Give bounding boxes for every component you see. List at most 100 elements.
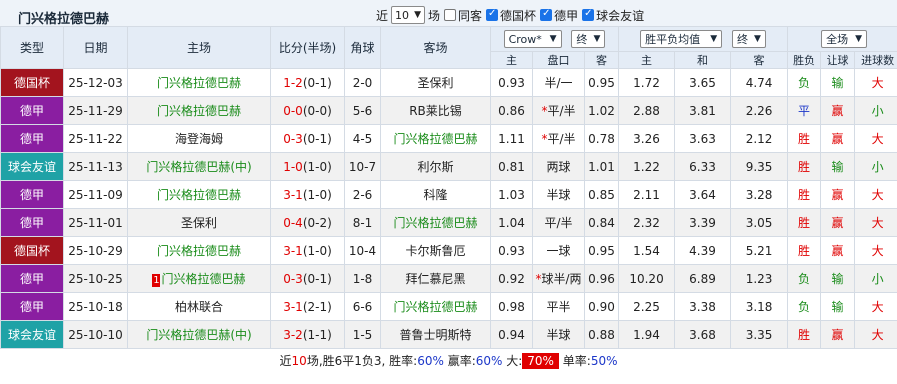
full-time-score: 3-1	[283, 243, 303, 258]
home-water-odds: 1.03	[490, 180, 533, 209]
handicap-line-label: 两球	[546, 160, 571, 174]
league-badge[interactable]: 德甲	[0, 264, 64, 293]
handicap-result: 赢	[820, 124, 856, 153]
home-team[interactable]: 门兴格拉德巴赫(中)	[127, 152, 271, 181]
score-cell[interactable]: 0-3(0-1)	[270, 264, 345, 293]
league-badge[interactable]: 德甲	[0, 124, 64, 153]
corner-count: 8-1	[344, 208, 381, 237]
score-cell[interactable]: 3-1(2-1)	[270, 292, 345, 321]
score-cell[interactable]: 3-1(1-0)	[270, 236, 345, 265]
league-badge[interactable]: 德甲	[0, 208, 64, 237]
half-time-score: (0-1)	[302, 131, 332, 146]
friendly-checkbox[interactable]	[582, 8, 595, 21]
league-badge[interactable]: 德国杯	[0, 68, 64, 97]
home-team[interactable]: 门兴格拉德巴赫	[127, 236, 271, 265]
odds-type-select[interactable]: 胜平负均值 ▼	[640, 30, 723, 48]
handicap-mode-select[interactable]: 终 ▼	[571, 29, 606, 48]
corner-count: 2-6	[344, 180, 381, 209]
match-date: 25-11-09	[63, 180, 128, 209]
league-badge[interactable]: 球会友谊	[0, 152, 64, 181]
draw-odds: 6.33	[674, 152, 732, 181]
over-under-result: 大	[854, 124, 897, 153]
handicap-result: 赢	[820, 236, 856, 265]
home-team[interactable]: 圣保利	[127, 208, 271, 237]
company-select[interactable]: Crow* ▼	[503, 30, 562, 49]
league-badge[interactable]: 德甲	[0, 180, 64, 209]
score-cell[interactable]: 3-2(1-1)	[270, 320, 345, 349]
score-cell[interactable]: 0-4(0-2)	[270, 208, 345, 237]
recent-prefix: 近	[376, 8, 389, 23]
draw-odds: 6.89	[674, 264, 732, 293]
match-row[interactable]: 德国杯 25-12-03 门兴格拉德巴赫 1-2(0-1) 2-0 圣保利 0.93 半/一 0…	[0, 68, 897, 97]
home-team[interactable]: 门兴格拉德巴赫	[127, 96, 271, 125]
german-cup-checkbox[interactable]	[486, 8, 499, 21]
chevron-down-icon: ▼	[549, 34, 557, 45]
handicap-line: *球半/两	[532, 264, 585, 293]
draw-odds: 4.39	[674, 236, 732, 265]
lose-odds: 9.35	[730, 152, 789, 181]
result: 胜	[787, 236, 822, 265]
handicap-result: 赢	[820, 208, 856, 237]
home-team[interactable]: 门兴格拉德巴赫(中)	[127, 320, 271, 349]
away-team[interactable]: 卡尔斯鲁厄	[380, 236, 491, 265]
bundesliga-checkbox[interactable]	[540, 8, 553, 21]
away-team[interactable]: 利尔斯	[380, 152, 491, 181]
home-team[interactable]: 门兴格拉德巴赫	[127, 180, 271, 209]
league-badge[interactable]: 德国杯	[0, 236, 64, 265]
match-row[interactable]: 德甲 25-11-09 门兴格拉德巴赫 3-1(1-0) 2-6 科隆 1.03 半球 0.85…	[0, 180, 897, 209]
result: 胜	[787, 180, 822, 209]
header-sub-away: 客	[583, 51, 620, 69]
match-row[interactable]: 德甲 25-11-29 门兴格拉德巴赫 0-0(0-0) 5-6 RB莱比锡 0.86 *平/…	[0, 96, 897, 125]
score-cell[interactable]: 0-3(0-1)	[270, 124, 345, 153]
lose-odds: 3.05	[730, 208, 789, 237]
home-team[interactable]: 1 门兴格拉德巴赫	[127, 264, 271, 293]
league-badge[interactable]: 德甲	[0, 292, 64, 321]
draw-odds: 3.38	[674, 292, 732, 321]
home-team[interactable]: 门兴格拉德巴赫	[127, 68, 271, 97]
league-badge[interactable]: 球会友谊	[0, 320, 64, 349]
chevron-down-icon: ▼	[754, 34, 761, 44]
league-badge[interactable]: 德甲	[0, 96, 64, 125]
header-sub-win: 主	[618, 51, 676, 69]
home-team[interactable]: 柏林联合	[127, 292, 271, 321]
away-team[interactable]: RB莱比锡	[380, 96, 491, 125]
match-row[interactable]: 球会友谊 25-11-13 门兴格拉德巴赫(中) 1-0(1-0) 10-7 利尔斯 0.8…	[0, 152, 897, 181]
match-row[interactable]: 德甲 25-11-01 圣保利 0-4(0-2) 8-1 门兴格拉德巴赫 1.04 平/半 0.…	[0, 208, 897, 237]
chevron-down-icon: ▼	[710, 34, 718, 44]
score-cell[interactable]: 3-1(1-0)	[270, 180, 345, 209]
match-date: 25-10-10	[63, 320, 128, 349]
score-cell[interactable]: 1-2(0-1)	[270, 68, 345, 97]
away-team[interactable]: 拜仁慕尼黑	[380, 264, 491, 293]
away-team[interactable]: 圣保利	[380, 68, 491, 97]
same-away-checkbox[interactable]	[444, 9, 457, 21]
away-team[interactable]: 门兴格拉德巴赫	[380, 292, 491, 321]
match-row[interactable]: 德甲 25-10-25 1 门兴格拉德巴赫 0-3(0-1) 1-8 拜仁慕尼黑 0.92 *球…	[0, 264, 897, 293]
team-title: 门兴格拉德巴赫	[18, 12, 110, 27]
score-cell[interactable]: 0-0(0-0)	[270, 96, 345, 125]
match-row[interactable]: 球会友谊 25-10-10 门兴格拉德巴赫(中) 3-2(1-1) 1-5 普鲁士明斯特 0…	[0, 320, 897, 349]
header-date: 日期	[63, 26, 128, 69]
match-row[interactable]: 德国杯 25-10-29 门兴格拉德巴赫 3-1(1-0) 10-4 卡尔斯鲁厄 0.93 一…	[0, 236, 897, 265]
win-odds: 2.25	[618, 292, 676, 321]
match-row[interactable]: 德甲 25-11-22 海登海姆 0-3(0-1) 4-5 门兴格拉德巴赫 1.11 *平/半…	[0, 124, 897, 153]
away-team-label: 科隆	[423, 188, 448, 202]
away-team[interactable]: 普鲁士明斯特	[380, 320, 491, 349]
odds-mode-select[interactable]: 终 ▼	[731, 30, 766, 48]
scope-select[interactable]: 全场 ▼	[821, 30, 868, 48]
away-water-odds: 0.90	[583, 292, 620, 321]
header-sub-draw: 和	[674, 51, 732, 69]
match-count-select[interactable]: 10 ▼	[391, 6, 426, 24]
away-team[interactable]: 门兴格拉德巴赫	[380, 124, 491, 153]
match-row[interactable]: 德甲 25-10-18 柏林联合 3-1(2-1) 6-6 门兴格拉德巴赫 0.98 平半 0.…	[0, 292, 897, 321]
same-away-label: 同客	[458, 8, 483, 23]
header-sub-home: 主	[490, 51, 533, 69]
away-team[interactable]: 门兴格拉德巴赫	[380, 208, 491, 237]
result: 胜	[787, 152, 822, 181]
summary-over-rate: 70%	[522, 353, 559, 369]
match-date: 25-11-01	[63, 208, 128, 237]
full-time-score: 3-1	[283, 187, 303, 202]
home-team[interactable]: 海登海姆	[127, 124, 271, 153]
score-cell[interactable]: 1-0(1-0)	[270, 152, 345, 181]
draw-odds: 3.63	[674, 124, 732, 153]
away-team[interactable]: 科隆	[380, 180, 491, 209]
